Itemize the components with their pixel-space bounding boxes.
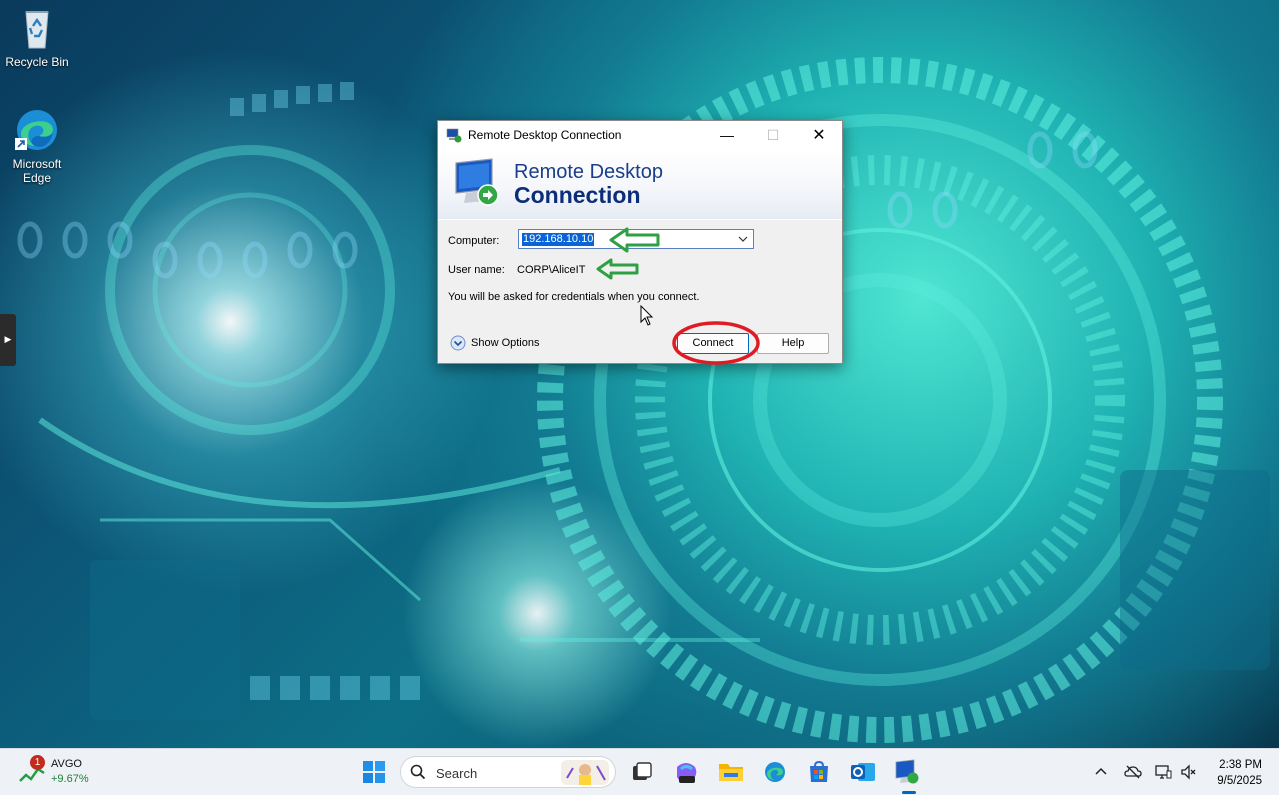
remote-desktop-icon <box>895 759 919 784</box>
outlook-icon <box>851 763 875 781</box>
stock-change: +9.67% <box>51 773 89 785</box>
chevron-down-icon[interactable] <box>737 232 749 246</box>
clock-date: 9/5/2025 <box>1217 775 1262 787</box>
computer-combobox[interactable]: 192.168.10.10 <box>518 229 754 249</box>
file-explorer-button[interactable] <box>716 757 746 787</box>
minimize-button[interactable]: — <box>704 121 750 149</box>
credentials-info-text: You will be asked for credentials when y… <box>448 291 700 303</box>
maximize-button: ☐ <box>750 121 796 149</box>
expand-chevron-icon <box>450 335 466 351</box>
desktop-icon-label: Recycle Bin <box>5 55 69 69</box>
banner-divider <box>438 219 842 220</box>
dialog-titlebar[interactable]: Remote Desktop Connection — ☐ ✕ <box>438 121 842 149</box>
taskbar: 1 AVGO +9.67% Search 2:38 PM 9/5/2025 <box>0 748 1279 795</box>
chevron-up-icon[interactable] <box>1092 763 1110 781</box>
desktop-icon-edge[interactable]: Microsoft Edge <box>2 106 72 185</box>
edge-taskbar-button[interactable] <box>760 757 790 787</box>
minimize-icon: — <box>720 127 734 143</box>
close-icon: ✕ <box>812 127 826 144</box>
edge-icon <box>13 106 61 154</box>
connect-button[interactable]: Connect <box>677 333 749 354</box>
outlook-button[interactable] <box>848 757 878 787</box>
taskbar-search-box[interactable]: Search <box>400 756 616 788</box>
desktop-icon-label: Microsoft <box>12 157 62 171</box>
close-button[interactable]: ✕ <box>796 121 842 149</box>
username-label: User name: <box>448 264 505 276</box>
dialog-title: Remote Desktop Connection <box>468 128 622 142</box>
dialog-banner: Remote Desktop Connection <box>438 149 842 220</box>
stock-ticker: AVGO <box>51 758 82 770</box>
remote-desktop-logo-icon <box>455 158 499 206</box>
remote-desktop-icon <box>446 128 462 143</box>
banner-title-line1: Remote Desktop <box>514 161 663 183</box>
microsoft-store-button[interactable] <box>804 757 834 787</box>
username-value: CORP\AliceIT <box>517 264 586 276</box>
stock-widget[interactable]: 1 AVGO +9.67% <box>16 755 106 789</box>
help-button[interactable]: Help <box>757 333 829 354</box>
show-options-label: Show Options <box>471 337 540 349</box>
microsoft-store-icon <box>810 760 828 782</box>
system-clock[interactable]: 2:38 PM 9/5/2025 <box>1217 757 1262 789</box>
remote-desktop-taskbar-button[interactable] <box>892 757 922 787</box>
task-view-icon <box>633 762 652 780</box>
edge-icon <box>765 762 785 782</box>
notification-badge: 1 <box>30 755 45 770</box>
network-icon[interactable] <box>1154 763 1172 781</box>
search-placeholder: Search <box>436 766 478 781</box>
desktop-wallpaper <box>0 0 1279 748</box>
search-icon <box>410 764 426 780</box>
banner-title-line2: Connection <box>514 182 641 208</box>
volume-muted-icon[interactable] <box>1180 763 1198 781</box>
expand-arrow-icon: ▶ <box>4 335 12 345</box>
show-options-toggle[interactable]: Show Options <box>450 335 539 351</box>
windows-start-icon <box>363 761 385 783</box>
clock-time: 2:38 PM <box>1219 759 1262 771</box>
computer-input-value[interactable]: 192.168.10.10 <box>522 233 595 246</box>
desktop-icon-recycle-bin[interactable]: Recycle Bin <box>2 4 72 69</box>
file-explorer-icon <box>719 764 743 781</box>
task-view-button[interactable] <box>627 757 657 787</box>
computer-label: Computer: <box>448 235 500 247</box>
start-button[interactable] <box>359 757 389 787</box>
search-highlight-icon <box>561 760 609 785</box>
remote-desktop-dialog: Remote Desktop Connection — ☐ ✕ Remote D… <box>437 120 843 364</box>
side-panel-handle[interactable]: ▶ <box>0 314 16 366</box>
onedrive-icon[interactable] <box>1124 763 1142 781</box>
maximize-icon: ☐ <box>766 126 780 143</box>
m365-copilot-icon <box>677 763 697 783</box>
m365-copilot-button[interactable] <box>671 757 701 787</box>
recycle-bin-icon <box>13 4 61 52</box>
desktop-icon-label: Edge <box>22 171 52 185</box>
